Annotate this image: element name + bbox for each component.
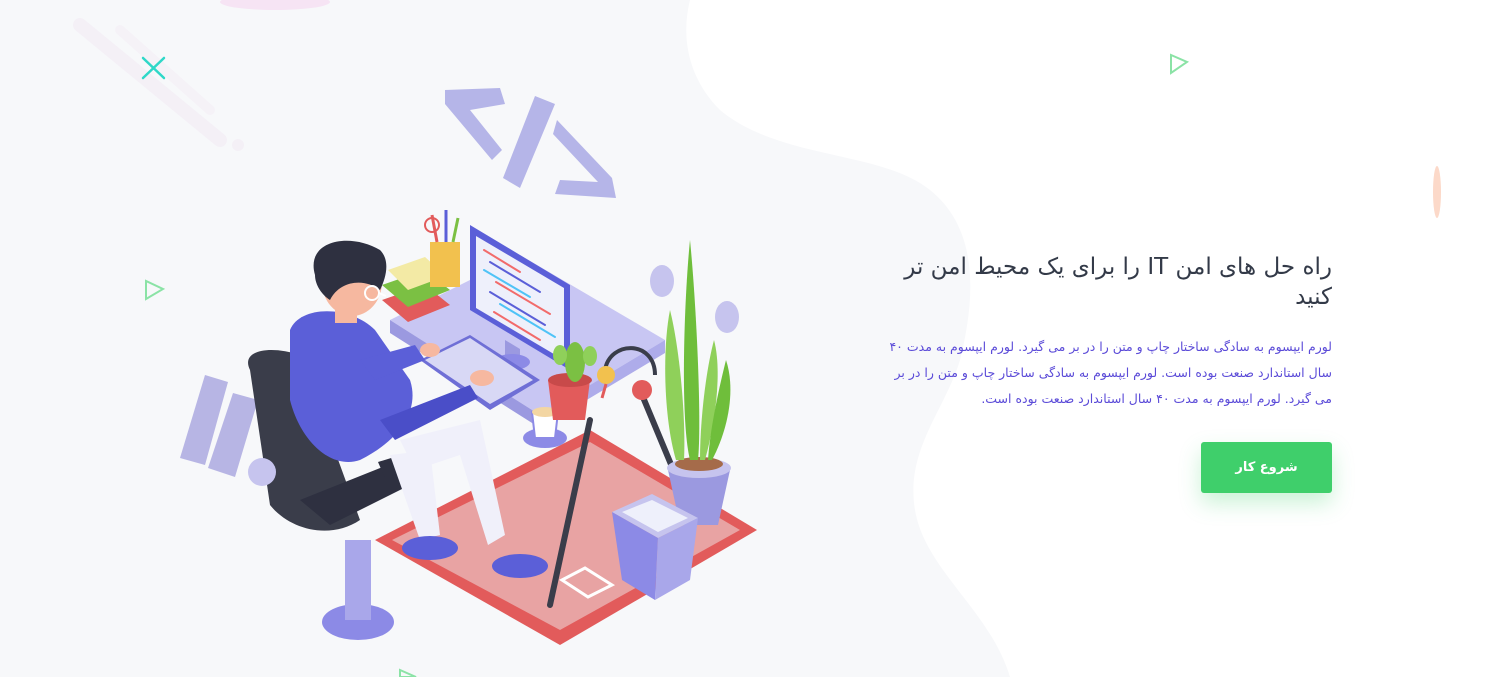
decorative-streaks bbox=[73, 18, 244, 151]
triangle-icon bbox=[1170, 53, 1190, 75]
decorative-dot bbox=[715, 301, 739, 333]
small-plant bbox=[548, 342, 597, 420]
hero-section: راه حل های امن IT را برای یک محیط امن تر… bbox=[0, 0, 1496, 677]
decorative-glow bbox=[220, 0, 330, 10]
cactus-plant bbox=[665, 240, 731, 525]
code-brackets-icon bbox=[445, 88, 616, 198]
hero-content: راه حل های امن IT را برای یک محیط امن تر… bbox=[880, 252, 1332, 412]
decorative-dot bbox=[650, 265, 674, 297]
triangle-icon bbox=[145, 279, 166, 301]
pencil-cup bbox=[424, 210, 460, 287]
get-started-button[interactable]: شروع کار bbox=[1201, 442, 1332, 493]
hero-description: لورم ایپسوم به سادگی ساختار چاپ و متن را… bbox=[889, 339, 1332, 406]
hero-title: راه حل های امن IT را برای یک محیط امن تر… bbox=[904, 254, 1332, 310]
decorative-pill bbox=[1433, 166, 1441, 218]
triangle-icon bbox=[399, 668, 417, 677]
decorative-slabs bbox=[180, 375, 258, 477]
